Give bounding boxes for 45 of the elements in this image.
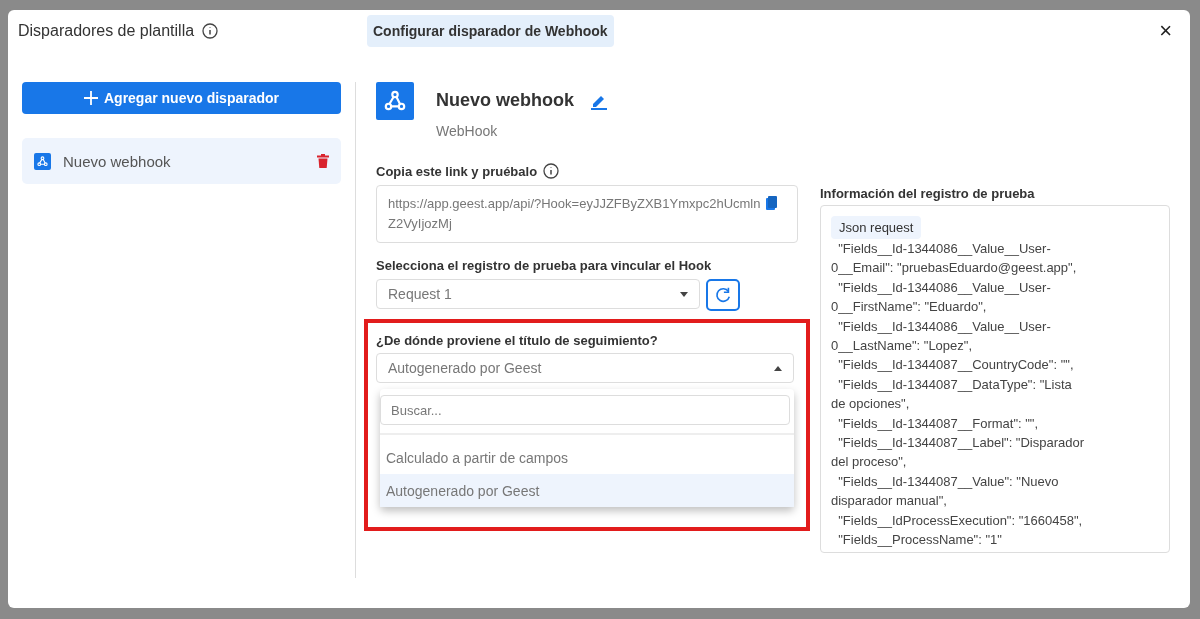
test-record-select[interactable]: Request 1 <box>376 279 700 309</box>
caret-icon <box>680 291 688 297</box>
dropdown-option[interactable]: Autogenerado por Geest <box>380 474 794 507</box>
json-line: 0__Email": "pruebasEduardo@geest.app", <box>831 259 1078 278</box>
refresh-icon <box>714 285 732 305</box>
refresh-button[interactable] <box>706 279 740 311</box>
webhook-icon <box>34 152 51 170</box>
close-button[interactable]: × <box>1151 18 1180 44</box>
json-line: 0__FirstName": "Eduardo", <box>831 298 988 317</box>
json-line: de opciones", <box>831 395 911 414</box>
webhook-icon <box>376 82 414 120</box>
config-tab[interactable]: Configurar disparador de Webhook <box>367 15 614 47</box>
json-line: "Fields__Id-1344086__Value__User- <box>837 278 1052 297</box>
json-line: "Fields__Id-1344086__Value__User- <box>837 317 1052 336</box>
json-line: "Fields__Id-1344086__Value__User- <box>837 240 1052 258</box>
dialog-title: Disparadores de plantilla <box>18 22 195 40</box>
trash-icon[interactable] <box>317 154 329 168</box>
record-info-label: Información del registro de prueba <box>820 186 1035 201</box>
json-line: "Fields__ProcessName": "1" <box>837 531 1003 550</box>
json-line: "Fields__Id-1344087__Format": "", <box>837 414 1040 433</box>
plus-icon <box>83 91 98 105</box>
json-line: del proceso", <box>831 453 908 472</box>
test-record-label: Selecciona el registro de prueba para vincular el Hook <box>376 258 712 273</box>
webhook-name: Nuevo webhook <box>436 90 574 111</box>
search-field[interactable]: Buscar... <box>380 395 790 425</box>
json-line: "Fields__Id-1344087__CountryCode": "", <box>837 356 1075 375</box>
link-label: Copia este link y pruébalo <box>376 163 538 179</box>
json-line: "Fields__Id-1344087__DataType": "Lista <box>837 375 1073 394</box>
trigger-item[interactable]: Nuevo webhook <box>22 138 341 184</box>
title-source-select[interactable]: Autogenerado por Geest <box>376 353 794 383</box>
json-line: 0__LastName": "Lopez", <box>831 337 974 356</box>
caret-icon <box>774 365 782 371</box>
json-line: "Fields__Id-1344087__Label": "Disparador <box>837 434 1086 453</box>
json-tag: Json request <box>831 216 922 239</box>
info-icon <box>543 163 560 179</box>
title-source-label: ¿De dónde proviene el título de seguimiento? <box>376 333 658 348</box>
copy-icon[interactable] <box>766 196 777 210</box>
json-line: "Fields__IdProcessExecution": "1660458", <box>837 511 1084 530</box>
webhook-type: WebHook <box>436 123 499 139</box>
dropdown-option[interactable]: Calculado a partir de campos <box>380 441 794 474</box>
add-trigger-button[interactable]: Agregar nuevo disparador <box>22 82 341 114</box>
link-field[interactable]: https://app.geest.app/api/?Hook=eyJJZFByZXB1Ymxpc2hUcmlnZ2VyIjozMj <box>376 185 798 243</box>
json-line: disparador manual", <box>831 492 948 511</box>
json-line: "Fields__Id-1344087__Value": "Nuevo <box>837 472 1060 491</box>
info-icon <box>202 23 219 39</box>
